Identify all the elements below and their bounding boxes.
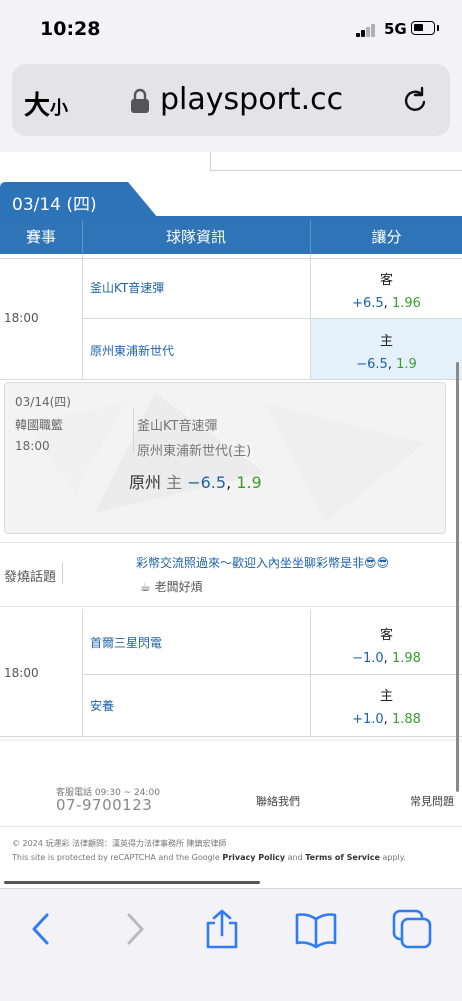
topic-separator bbox=[62, 562, 63, 584]
pick-league: 韓國職籃 bbox=[15, 418, 64, 432]
spread-line: +6.5 bbox=[352, 296, 384, 311]
topic-author-name: 老闆好煩 bbox=[154, 580, 203, 594]
column-divider bbox=[82, 254, 83, 379]
header-spread: 讓分 bbox=[371, 228, 402, 246]
hot-topic-link[interactable]: 彩幣交流照過來～歡迎入內坐坐聊彩幣是非😎😎 bbox=[136, 554, 389, 571]
row-divider bbox=[82, 674, 462, 675]
pick-side: 主 bbox=[166, 473, 183, 492]
previous-section-edge bbox=[210, 152, 462, 171]
odds-cell-home[interactable]: 主 +1.0, 1.88 bbox=[311, 685, 462, 727]
odds-side: 主 bbox=[379, 334, 393, 349]
bookmarks-icon[interactable] bbox=[294, 907, 338, 951]
status-bar: 10:28 5G bbox=[0, 0, 462, 58]
spread-line: −1.0 bbox=[352, 651, 384, 666]
section-divider bbox=[0, 542, 462, 543]
row-divider bbox=[0, 379, 462, 380]
battery-icon bbox=[411, 21, 435, 35]
odds-side: 客 bbox=[379, 273, 393, 288]
page-scrollbar[interactable] bbox=[456, 362, 459, 792]
hot-topic-row: 發燒話題 彩幣交流照過來～歡迎入內坐坐聊彩幣是非😎😎 ☕ 老闆好煩 bbox=[0, 544, 462, 608]
pick-team: 原州 bbox=[129, 473, 162, 492]
row-divider bbox=[82, 318, 462, 319]
footer-divider bbox=[0, 826, 462, 827]
browser-address-area: 大小 playsport.cc bbox=[0, 58, 462, 152]
header-event: 賽事 bbox=[0, 220, 83, 254]
odds-side: 主 bbox=[379, 689, 393, 704]
cellular-signal-icon bbox=[356, 23, 378, 37]
text-size-small-label: 小 bbox=[50, 98, 69, 119]
odds-cell-home[interactable]: 主 −6.5, 1.9 bbox=[311, 330, 462, 372]
terms-of-service-link[interactable]: Terms of Service bbox=[305, 853, 380, 862]
odds-value: 1.88 bbox=[391, 712, 421, 727]
date-tab-label[interactable]: 03/14 (四) bbox=[12, 190, 97, 215]
recaptcha-suffix: apply. bbox=[382, 853, 406, 862]
card-divider bbox=[133, 407, 134, 453]
match-time: 18:00 bbox=[4, 311, 39, 325]
hot-topic-label: 發燒話題 bbox=[4, 570, 57, 585]
team-link-away[interactable]: 首爾三星閃電 bbox=[90, 634, 162, 651]
spread-line: +1.0 bbox=[352, 712, 384, 727]
faq-link[interactable]: 常見問題 bbox=[410, 793, 454, 809]
pick-team-2: 原州東浦新世代(主) bbox=[137, 444, 252, 459]
address-bar[interactable]: 大小 playsport.cc bbox=[12, 64, 450, 136]
pick-date: 03/14(四) bbox=[15, 395, 71, 409]
pick-line: −6.5 bbox=[187, 473, 227, 492]
table-header: 賽事 球隊資訊 讓分 bbox=[0, 220, 462, 254]
table-end-line bbox=[0, 740, 462, 741]
pick-result: 原州 主 −6.5, 1.9 bbox=[129, 469, 262, 493]
forward-icon[interactable] bbox=[112, 907, 156, 951]
team-link-away[interactable]: 釜山KT音速彈 bbox=[90, 279, 164, 296]
topic-author: ☕ 老闆好煩 bbox=[140, 578, 203, 595]
section-divider bbox=[0, 606, 462, 607]
odds-cell-away[interactable]: 客 −1.0, 1.98 bbox=[311, 624, 462, 666]
odds-side: 客 bbox=[379, 628, 393, 643]
pick-odds: 1.9 bbox=[236, 473, 262, 492]
privacy-policy-link[interactable]: Privacy Policy bbox=[222, 853, 285, 862]
team-link-home[interactable]: 安養 bbox=[90, 697, 114, 714]
pick-time: 18:00 bbox=[15, 439, 50, 453]
text-size-button[interactable]: 大小 bbox=[24, 85, 68, 122]
pick-separator: , bbox=[226, 473, 232, 492]
service-phone[interactable]: 07-9700123 bbox=[56, 796, 152, 814]
pick-team-1: 釜山KT音速彈 bbox=[137, 419, 218, 434]
recaptcha-prefix: This site is protected by reCAPTCHA and … bbox=[12, 853, 220, 862]
recaptcha-notice: This site is protected by reCAPTCHA and … bbox=[12, 853, 406, 862]
browser-toolbar bbox=[0, 888, 462, 1001]
odds-value: 1.98 bbox=[391, 651, 421, 666]
copyright-text: © 2024 玩運彩 法律顧問：漢英得力法律事務所 陳鎮宏律師 bbox=[12, 839, 227, 848]
team-link-home[interactable]: 原州東浦新世代 bbox=[90, 342, 174, 359]
header-team-info: 球隊資訊 bbox=[82, 220, 311, 254]
odds-value: 1.96 bbox=[391, 296, 421, 311]
recaptcha-and: and bbox=[287, 853, 303, 862]
odds-cell-away[interactable]: 客 +6.5, 1.96 bbox=[311, 269, 462, 311]
status-time: 10:28 bbox=[40, 18, 101, 40]
contact-us-link[interactable]: 聯絡我們 bbox=[256, 793, 300, 809]
reload-icon[interactable] bbox=[400, 86, 430, 116]
text-size-large-label: 大 bbox=[24, 91, 51, 121]
network-type: 5G bbox=[384, 20, 407, 38]
url-text[interactable]: playsport.cc bbox=[160, 82, 343, 117]
spread-line: −6.5 bbox=[356, 357, 388, 372]
column-divider bbox=[82, 610, 83, 736]
match-time: 18:00 bbox=[4, 666, 39, 680]
tabs-icon[interactable] bbox=[390, 907, 434, 951]
row-divider bbox=[0, 736, 462, 737]
odds-value: 1.9 bbox=[396, 357, 417, 372]
page-content: 03/14 (四) 賽事 球隊資訊 讓分 18:00 釜山KT音速彈 原州東浦新… bbox=[0, 152, 462, 888]
battery-tip bbox=[437, 25, 439, 31]
row-divider bbox=[0, 258, 462, 259]
prediction-card: 03/14(四) 韓國職籃 18:00 釜山KT音速彈 原州東浦新世代(主) 原… bbox=[4, 382, 446, 534]
user-icon: ☕ bbox=[140, 580, 151, 594]
lock-icon bbox=[131, 88, 149, 113]
back-icon[interactable] bbox=[20, 907, 64, 951]
horizontal-scroll-indicator bbox=[4, 881, 260, 884]
share-icon[interactable] bbox=[200, 907, 244, 951]
